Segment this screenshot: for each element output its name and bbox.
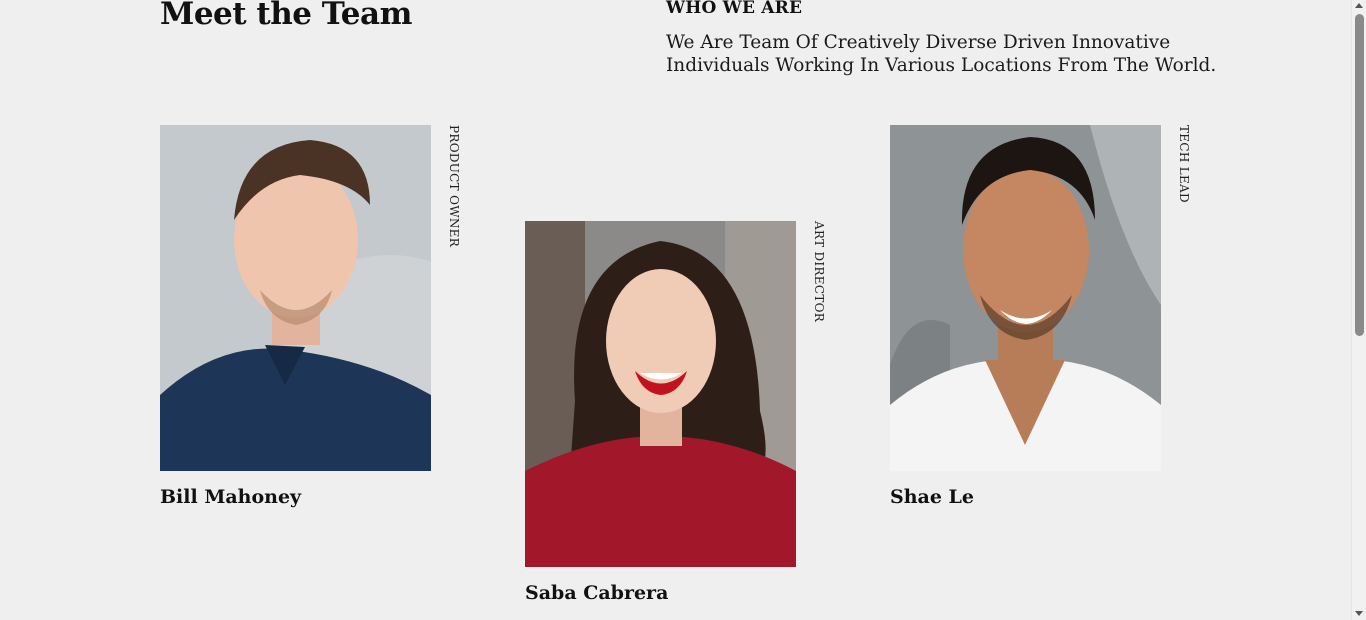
team-member-name: Bill Mahoney — [160, 486, 302, 508]
team-role-label: PRODUCT OWNER — [447, 125, 461, 248]
team-photo-shae-le — [890, 125, 1161, 471]
team-card-bill-mahoney: PRODUCT OWNER Bill Mahoney — [160, 125, 461, 508]
intro-section: WHO WE ARE We Are Team Of Creatively Div… — [666, 0, 1226, 77]
team-role-label: ART DIRECTOR — [812, 221, 826, 323]
team-card-saba-cabrera: ART DIRECTOR Saba Cabrera — [525, 221, 826, 604]
scroll-up-arrow-icon[interactable] — [1355, 3, 1363, 8]
team-photo-bill-mahoney — [160, 125, 431, 471]
team-card-shae-le: TECH LEAD Shae Le — [890, 125, 1191, 508]
scrollbar-thumb[interactable] — [1355, 14, 1364, 336]
team-role-label: TECH LEAD — [1177, 125, 1191, 203]
intro-heading: WHO WE ARE — [666, 0, 803, 18]
intro-text: We Are Team Of Creatively Diverse Driven… — [666, 32, 1217, 76]
team-member-name: Saba Cabrera — [525, 582, 669, 604]
team-photo-saba-cabrera — [525, 221, 796, 567]
team-member-name: Shae Le — [890, 486, 974, 508]
page-title: Meet the Team — [160, 0, 412, 32]
page-scrollbar[interactable] — [1351, 0, 1366, 620]
scroll-down-arrow-icon[interactable] — [1355, 611, 1363, 616]
